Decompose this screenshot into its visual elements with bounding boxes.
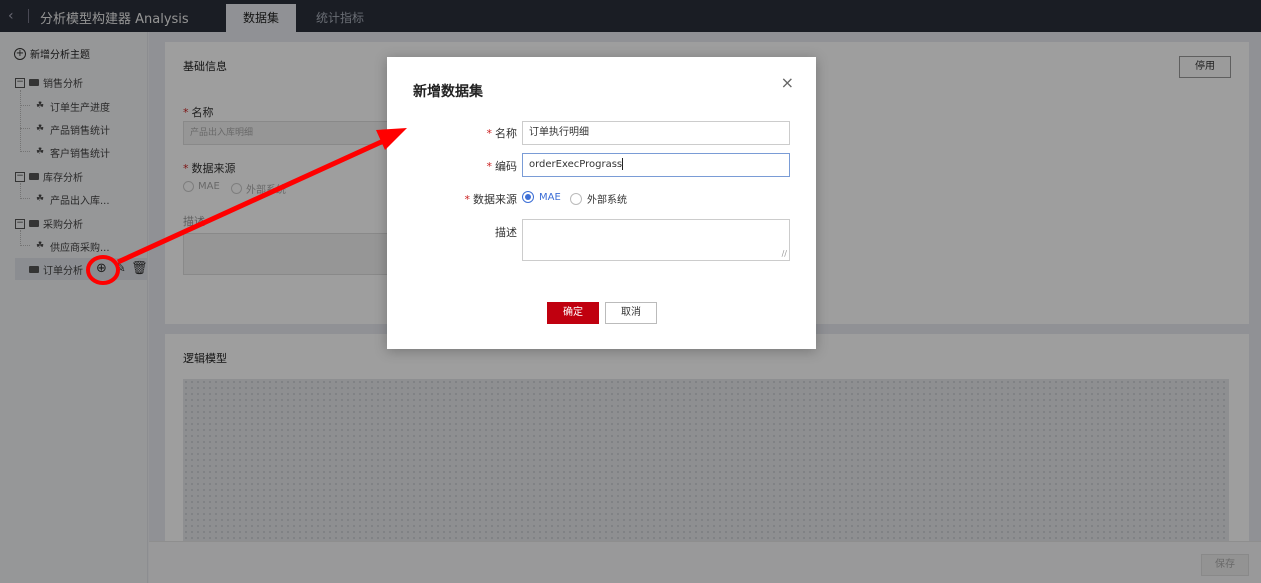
radio-icon (570, 192, 582, 205)
new-dataset-dialog: 新增数据集 × * 名称 订单执行明细 * 编码 orderExecPrograss… (387, 57, 816, 349)
dialog-title: 新增数据集 (413, 84, 483, 100)
dialog-source-label: * 数据来源 (464, 193, 518, 206)
cancel-button[interactable]: 取消 (605, 302, 657, 324)
confirm-button[interactable]: 确定 (547, 302, 599, 324)
dialog-name-input[interactable]: 订单执行明细 (522, 121, 790, 145)
resize-grip-icon[interactable]: ∕∕ (782, 250, 787, 258)
close-icon[interactable]: × (781, 75, 794, 91)
radio-checked-icon (522, 191, 534, 203)
dialog-desc-label: 描述 (495, 226, 517, 239)
text-caret (622, 158, 624, 170)
dialog-name-label: * 名称 (486, 127, 518, 140)
dialog-radio-mae[interactable]: MAE (522, 191, 561, 203)
dialog-desc-textarea[interactable]: ∕∕ (522, 219, 790, 261)
dialog-radio-external[interactable]: 外部系统 (570, 191, 627, 206)
dialog-code-input[interactable]: orderExecPrograss (522, 153, 790, 177)
dialog-code-label: * 编码 (486, 160, 518, 173)
